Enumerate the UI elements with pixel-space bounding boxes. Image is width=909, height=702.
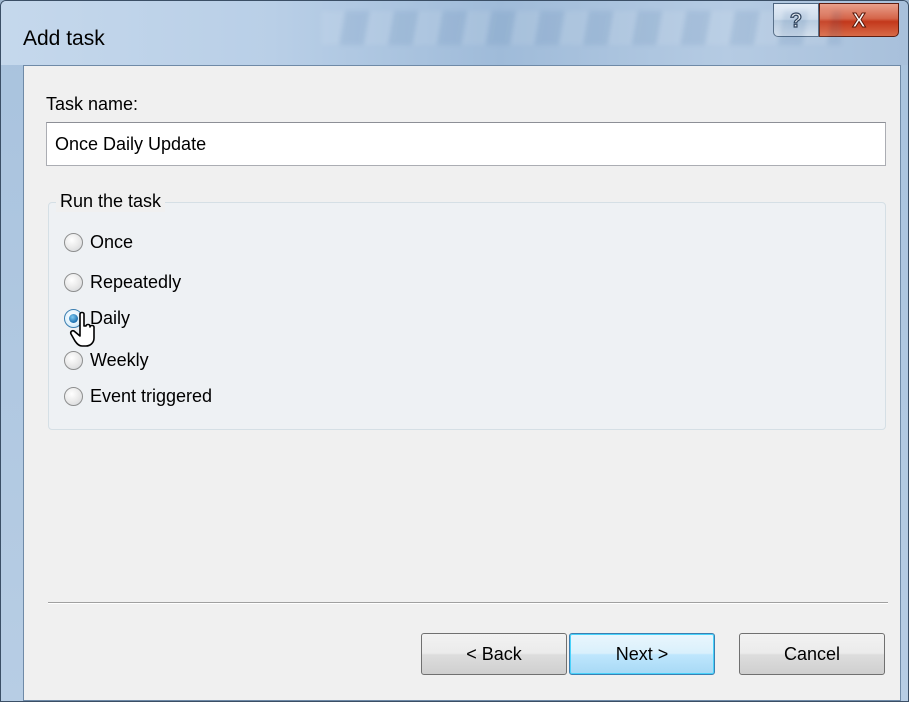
cancel-button[interactable]: Cancel bbox=[739, 633, 885, 675]
button-separator bbox=[48, 602, 888, 604]
task-name-input[interactable] bbox=[46, 122, 886, 166]
radio-label: Once bbox=[90, 231, 134, 252]
radio-option-once[interactable]: Once bbox=[64, 229, 133, 255]
radio-button[interactable] bbox=[64, 232, 83, 252]
group-title: Run the task bbox=[56, 191, 166, 212]
radio-option-event-triggered[interactable]: Event triggered bbox=[64, 383, 212, 409]
dialog-content: Task name: Run the task Once Repeatedly … bbox=[23, 65, 901, 701]
radio-button[interactable] bbox=[64, 272, 83, 292]
radio-option-repeatedly[interactable]: Repeatedly bbox=[64, 269, 181, 295]
window-title: Add task bbox=[23, 27, 105, 50]
radio-button[interactable] bbox=[64, 350, 83, 370]
radio-button[interactable] bbox=[64, 386, 83, 406]
next-button[interactable]: Next > bbox=[569, 633, 715, 675]
radio-label: Daily bbox=[90, 307, 131, 328]
help-button[interactable]: ? bbox=[773, 3, 819, 37]
radio-label: Weekly bbox=[90, 349, 149, 370]
title-bar[interactable]: Add task ? X bbox=[1, 1, 908, 65]
close-button[interactable]: X bbox=[819, 3, 899, 37]
back-button[interactable]: < Back bbox=[421, 633, 567, 675]
help-icon: ? bbox=[789, 9, 802, 31]
svg-text:X: X bbox=[852, 10, 866, 31]
close-icon: X bbox=[852, 10, 867, 32]
radio-label: Event triggered bbox=[90, 385, 213, 406]
radio-option-weekly[interactable]: Weekly bbox=[64, 347, 149, 373]
radio-label: Repeatedly bbox=[90, 271, 182, 292]
mouse-pointer-icon bbox=[69, 311, 95, 347]
task-name-label: Task name: bbox=[46, 94, 139, 114]
add-task-dialog: Add task ? X Task name: Run the task Onc… bbox=[0, 0, 909, 702]
svg-text:?: ? bbox=[790, 10, 802, 31]
